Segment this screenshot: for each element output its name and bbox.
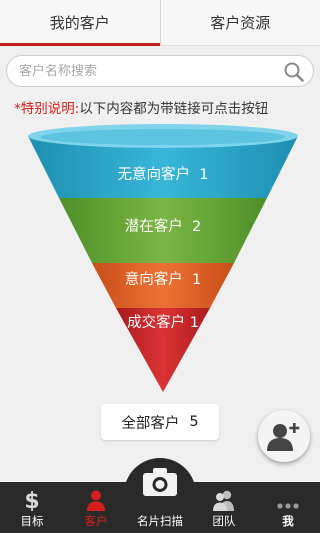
tab-customer-resources[interactable]: 客户资源 — [159, 0, 320, 45]
segment-name: 意向客户 — [124, 272, 183, 288]
add-contact-icon — [267, 423, 300, 451]
search-input[interactable] — [19, 63, 269, 79]
notice-body: 以下内容都为带链接可点击按钮 — [79, 101, 269, 117]
add-customer-button[interactable] — [258, 410, 310, 462]
segment-count: 2 — [191, 219, 202, 235]
tab-label: 客户资源 — [210, 14, 271, 32]
notice-text: *特别说明:以下内容都为带链接可点击按钮 — [14, 97, 268, 117]
bottom-nav: $ 目标 客户 名片扫描 团队 我 — [0, 468, 320, 533]
segment-count: 1 — [191, 272, 202, 288]
segment-name: 无意向客户 — [117, 167, 191, 183]
sales-funnel: 无意向客户 1 潜在客户 2 意向客户 1 成交客户 1 — [28, 120, 298, 395]
svg-text:$: $ — [24, 489, 39, 511]
tab-my-customers[interactable]: 我的客户 — [0, 0, 160, 46]
nav-label: 名片扫描 — [137, 514, 183, 528]
funnel-label-no-intent[interactable]: 无意向客户 1 — [28, 163, 298, 184]
nav-item-team[interactable]: 团队 — [192, 482, 256, 533]
segment-count: 1 — [189, 315, 199, 331]
search-bar — [6, 55, 314, 87]
nav-label: 团队 — [212, 514, 236, 528]
total-label: 全部客户 — [121, 415, 180, 432]
nav-label: 目标 — [20, 514, 44, 528]
funnel-label-potential[interactable]: 潜在客户 2 — [28, 215, 298, 236]
notice-prefix: *特别说明: — [14, 101, 80, 117]
more-icon — [277, 503, 299, 509]
funnel-label-intent[interactable]: 意向客户 1 — [28, 268, 298, 289]
nav-item-goals[interactable]: $ 目标 — [0, 482, 64, 533]
segment-name: 成交客户 — [127, 315, 186, 331]
segment-name: 潜在客户 — [124, 219, 183, 235]
nav-label: 客户 — [84, 514, 108, 528]
funnel-graphic — [28, 124, 298, 392]
person-icon — [87, 490, 105, 511]
nav-label: 我 — [282, 514, 294, 528]
funnel-top-inner — [41, 129, 285, 145]
top-tabs: 我的客户 客户资源 — [0, 0, 320, 46]
dollar-icon: $ — [24, 489, 39, 511]
search-icon[interactable] — [283, 61, 305, 83]
nav-item-card-scan[interactable]: 名片扫描 — [128, 468, 192, 533]
total-count: 5 — [189, 414, 199, 430]
team-icon — [213, 490, 234, 511]
segment-count: 1 — [199, 167, 209, 183]
camera-icon — [143, 468, 177, 496]
nav-item-customers[interactable]: 客户 — [64, 482, 128, 533]
funnel-label-closed[interactable]: 成交客户 1 — [28, 311, 298, 332]
tab-label: 我的客户 — [49, 14, 110, 32]
nav-item-me[interactable]: 我 — [256, 482, 320, 533]
all-customers-button[interactable]: 全部客户 5 — [101, 404, 219, 440]
